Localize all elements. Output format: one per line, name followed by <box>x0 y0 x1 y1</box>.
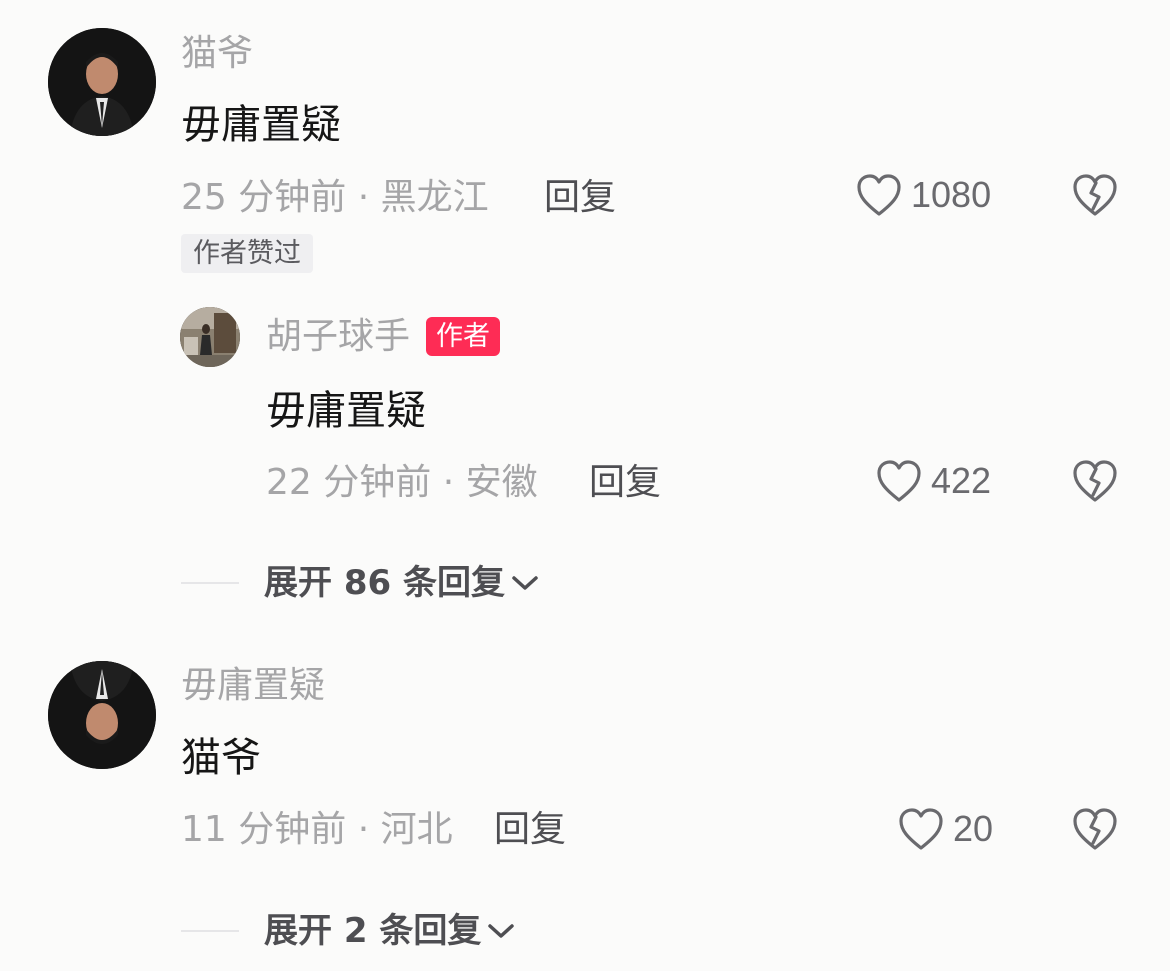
like-button[interactable]: 422 <box>875 458 991 504</box>
comment-text: 猫爷 <box>181 735 261 781</box>
like-button[interactable]: 20 <box>897 806 993 852</box>
avatar-image <box>180 307 240 367</box>
expand-replies-label: 展开 86 条回复 <box>264 563 505 603</box>
like-count: 1080 <box>911 174 992 215</box>
chevron-down-icon <box>488 924 515 938</box>
reply-button[interactable]: 回复 <box>494 812 566 848</box>
reply-time-location: 22 分钟前 · 安徽 <box>266 462 538 503</box>
like-count: 20 <box>953 808 994 849</box>
dislike-button[interactable] <box>1071 172 1119 218</box>
comment-time-location: 11 分钟前 · 河北 <box>181 809 453 850</box>
broken-heart-icon <box>1073 460 1117 502</box>
broken-heart-icon <box>1073 174 1117 216</box>
expand-replies-label: 展开 2 条回复 <box>264 911 482 951</box>
reply-text: 毋庸置疑 <box>266 388 426 434</box>
author-liked-badge: 作者赞过 <box>181 234 313 273</box>
like-count: 422 <box>931 460 992 501</box>
avatar-image <box>48 28 156 136</box>
comment-username[interactable]: 毋庸置疑 <box>181 668 325 704</box>
comment-username[interactable]: 猫爷 <box>181 36 253 72</box>
reply-avatar[interactable] <box>180 307 240 367</box>
avatar[interactable] <box>48 28 156 136</box>
chevron-down-icon <box>512 576 538 590</box>
heart-outline-icon <box>857 174 901 216</box>
reply-button[interactable]: 回复 <box>544 180 616 216</box>
expand-replies-button[interactable]: 展开 2 条回复 <box>264 914 515 948</box>
reply-username[interactable]: 胡子球手 <box>266 318 410 355</box>
expand-divider <box>181 930 239 932</box>
broken-heart-icon <box>1073 808 1117 850</box>
author-badge: 作者 <box>426 317 501 356</box>
comment-text: 毋庸置疑 <box>181 102 341 148</box>
dislike-button[interactable] <box>1071 458 1119 504</box>
expand-replies-button[interactable]: 展开 86 条回复 <box>264 566 539 600</box>
reply-button[interactable]: 回复 <box>589 465 661 501</box>
dislike-button[interactable] <box>1071 806 1119 852</box>
avatar-image <box>48 661 156 769</box>
comment-time-location: 25 分钟前 · 黑龙江 <box>181 177 489 218</box>
expand-divider <box>181 582 239 584</box>
heart-outline-icon <box>899 808 943 850</box>
like-button[interactable]: 1080 <box>855 172 991 218</box>
heart-outline-icon <box>877 460 921 502</box>
avatar[interactable] <box>48 661 156 769</box>
